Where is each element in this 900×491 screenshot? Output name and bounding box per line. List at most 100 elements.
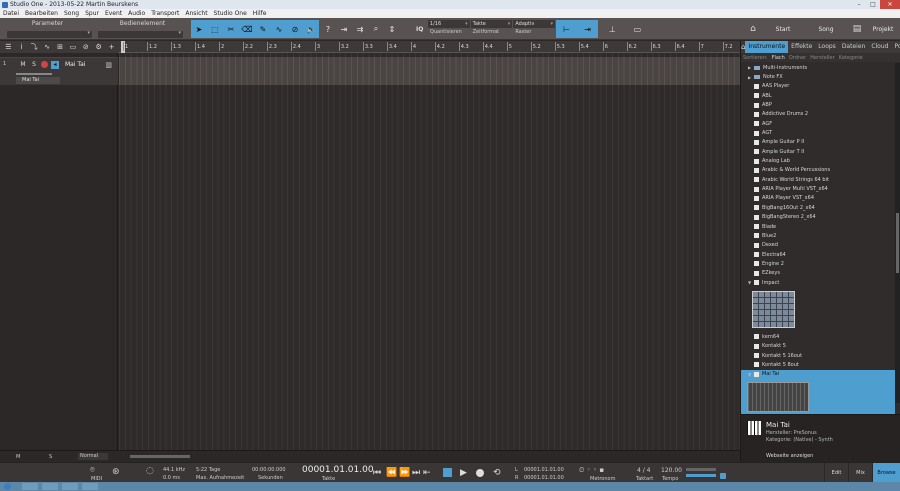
seconds-display[interactable]: 00:00:00.000 — [252, 467, 286, 473]
add-track-icon[interactable]: + — [105, 43, 118, 51]
arrange-view[interactable] — [119, 53, 740, 450]
nudge-icon[interactable]: ⇕ — [384, 25, 400, 34]
zoom-icon[interactable]: ⌕ — [368, 24, 384, 34]
sort-folder[interactable]: Ordner — [789, 55, 806, 61]
browser-plugin-item[interactable]: Engine 2 — [741, 259, 895, 268]
tab-loops[interactable]: Loops — [815, 41, 839, 53]
play-icon[interactable]: ▶ — [460, 468, 467, 478]
track-lane[interactable] — [119, 57, 740, 85]
browser-plugin-item[interactable]: Arabic & World Percussions — [741, 166, 895, 175]
snap-grid-icon[interactable]: ⊢ — [563, 25, 570, 34]
taskbar-item[interactable] — [82, 483, 98, 490]
tab-dateien[interactable]: Dateien — [839, 41, 869, 53]
performance-icon[interactable]: ⊛ — [112, 467, 120, 477]
close-icon[interactable]: ✕ — [880, 0, 900, 9]
mute-button[interactable]: M — [19, 61, 27, 69]
browser-plugin-item[interactable]: Kontakt 5 16out — [741, 351, 895, 360]
browser-plugin-item[interactable]: kern64 — [741, 332, 895, 341]
track-list-menu-icon[interactable]: ☰ — [2, 43, 15, 51]
split-tool-icon[interactable]: ✂ — [223, 25, 239, 34]
record-button[interactable] — [476, 469, 484, 477]
timeline-ruler[interactable]: 1 1.2 1.3 1.4 2 2.2 2.3 2.4 3 3.2 3.3 3.4 4 4.2 4.3 4.4… — [118, 41, 757, 53]
browser-plugin-item[interactable]: Kontakt 5 — [741, 342, 895, 351]
iq-label[interactable]: IQ — [416, 20, 428, 33]
loop-follow-icon[interactable]: ▭ — [634, 25, 642, 34]
menu-song[interactable]: Song — [64, 10, 79, 17]
browser-plugin-item[interactable]: Kontakt 5 8out — [741, 360, 895, 369]
collapse-arrow-icon[interactable]: ▼ — [748, 280, 752, 285]
browser-plugin-item[interactable]: Analog Lab — [741, 156, 895, 165]
edit-view-button[interactable]: Edit — [824, 463, 848, 483]
browser-plugin-item[interactable]: ARIA Player Multi VST_x64 — [741, 184, 895, 193]
browser-scroll-thumb[interactable] — [896, 213, 899, 273]
taskbar-item[interactable] — [42, 483, 58, 490]
menu-audio[interactable]: Audio — [128, 10, 145, 17]
taskbar-item[interactable] — [62, 483, 78, 490]
automation-icon[interactable]: ⤵ — [28, 42, 41, 52]
loop-button[interactable] — [443, 468, 452, 477]
track-volume-slider[interactable] — [16, 73, 52, 75]
tab-pool[interactable]: Pool — [891, 41, 900, 53]
browser-plugin-item[interactable]: Ample Guitar T II — [741, 147, 895, 156]
timebase-dropdown[interactable]: Takte — [470, 20, 513, 28]
collapse-arrow-icon[interactable]: ▼ — [748, 372, 752, 377]
metronome-icons[interactable]: ⏲ ◦ ◦ ▪ — [579, 466, 604, 475]
browser-scrollbar[interactable] — [895, 63, 900, 403]
no-entry-icon[interactable]: ⊘ — [79, 43, 92, 51]
browser-plugin-item[interactable]: EZkeys — [741, 269, 895, 278]
browser-plugin-item[interactable]: ARIA Player VST_x64 — [741, 194, 895, 203]
tab-cloud[interactable]: Cloud — [868, 41, 891, 53]
browser-plugin-item[interactable]: Addictive Drums 2 — [741, 110, 895, 119]
menu-event[interactable]: Event — [105, 10, 122, 17]
rewind-icon[interactable]: ⏪ — [386, 468, 397, 478]
parameter-dropdown[interactable] — [7, 30, 92, 38]
start-orb-icon[interactable] — [4, 483, 11, 490]
menu-transport[interactable]: Transport — [151, 10, 179, 17]
browser-plugin-item[interactable]: AGF — [741, 119, 895, 128]
tab-instrumente[interactable]: Instrumente — [745, 41, 789, 53]
project-page-button[interactable]: Projekt — [866, 18, 900, 40]
song-page-button[interactable]: Song — [804, 18, 848, 40]
record-arm-button[interactable] — [41, 61, 48, 68]
menu-studio-one[interactable]: Studio One — [214, 10, 247, 17]
monitor-button[interactable]: ◂ — [51, 61, 59, 69]
menu-bearbeiten[interactable]: Bearbeiten — [25, 10, 58, 17]
sort-flat[interactable]: Flach — [772, 55, 785, 61]
paint-tool-icon[interactable]: ✎ — [255, 25, 271, 34]
bars-display[interactable]: 00001.01.01.00 — [302, 465, 374, 475]
help-icon[interactable]: ? — [320, 25, 336, 34]
tab-effekte[interactable]: Effekte — [788, 41, 815, 53]
menu-hilfe[interactable]: Hilfe — [253, 10, 267, 17]
show-website-link[interactable]: Webseite anzeigen — [766, 453, 813, 459]
inspector-icon[interactable]: i — [15, 43, 28, 51]
start-page-button[interactable]: Start — [762, 18, 804, 40]
quantize-dropdown[interactable]: 1/16 — [427, 20, 470, 28]
global-tracks-icon[interactable]: ⊞ — [54, 43, 67, 51]
browser-plugin-item[interactable]: Blue2 — [741, 231, 895, 240]
menu-datei[interactable]: Datei — [3, 10, 19, 17]
global-mute-button[interactable]: M — [16, 454, 20, 460]
browser-plugin-item[interactable]: BigBangStereo 2_x64 — [741, 213, 895, 222]
sort-category[interactable]: Kategorie — [839, 55, 863, 61]
browser-plugin-item[interactable]: Dexed — [741, 241, 895, 250]
expand-arrow-icon[interactable]: ▶ — [748, 75, 752, 80]
main-volume-knob[interactable] — [720, 473, 726, 479]
left-locator-value[interactable]: 00001.01.01.00 — [524, 467, 564, 473]
auto-scroll-icon[interactable]: ⇥ — [336, 25, 352, 34]
solo-button[interactable]: S — [30, 61, 38, 69]
loop-toggle-icon[interactable]: ⟲ — [493, 468, 501, 478]
settings-icon[interactable]: ⚙ — [92, 43, 105, 51]
right-locator-value[interactable]: 00001.01.01.00 — [524, 475, 564, 481]
browser-folder-item[interactable]: ▶ Note FX — [741, 72, 895, 81]
browser-plugin-item[interactable]: AGT — [741, 128, 895, 137]
go-to-end-icon[interactable]: ⏭ — [412, 468, 420, 478]
track-header[interactable]: 1 M S ◂ Mai Tai ▥ Mai Tai — [0, 57, 118, 85]
expand-arrow-icon[interactable]: ▶ — [748, 65, 752, 70]
browser-plugin-item[interactable]: Ample Guitar P II — [741, 138, 895, 147]
browser-plugin-item[interactable]: ▼ Mai Tai — [741, 369, 895, 379]
bend-tool-icon[interactable]: ∿ — [271, 25, 287, 34]
time-signature[interactable]: 4 / 4 — [637, 467, 650, 474]
fast-forward-icon[interactable]: ⏩ — [399, 468, 410, 478]
browser-plugin-item[interactable]: ABP — [741, 100, 895, 109]
keyboard-icon[interactable]: ▥ — [105, 61, 112, 69]
